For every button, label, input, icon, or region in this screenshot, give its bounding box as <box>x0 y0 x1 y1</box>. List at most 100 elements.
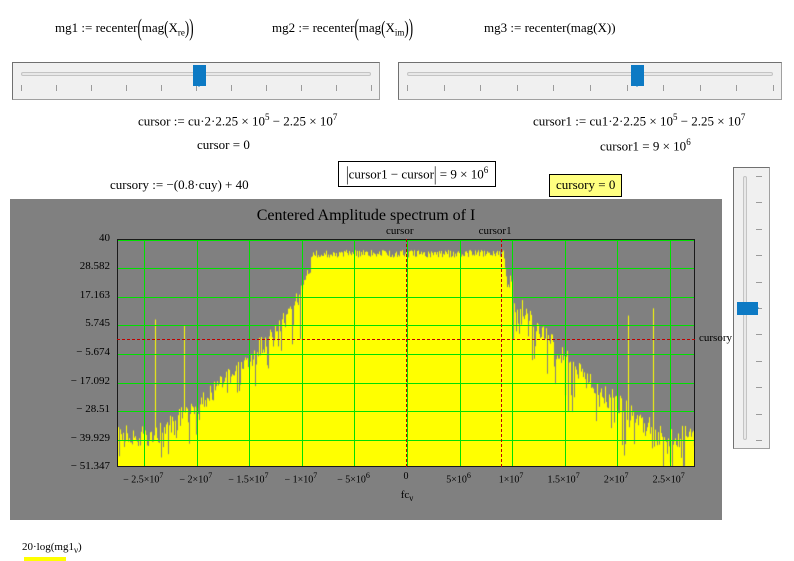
definitions-row: mg1 := recenter(mag(Xre)) mg2 := recente… <box>0 13 794 46</box>
cursory-hline[interactable] <box>117 338 695 340</box>
cu1-slider[interactable] <box>398 62 782 100</box>
def-mg3-lhs: mg3 <box>484 20 508 35</box>
grid-line-vertical <box>197 240 198 466</box>
cursor1-def-rhs-b: − 2.25 × 10 <box>677 113 741 129</box>
diff-value-exp: 6 <box>483 165 489 175</box>
x-axis-title-text: fc <box>400 489 410 501</box>
cu-slider[interactable] <box>12 62 380 100</box>
diff-eq: = <box>439 166 448 182</box>
grid-line-vertical <box>249 240 250 466</box>
definition-mg3: mg3 := recenter(mag(X)) <box>484 20 616 35</box>
grid-line-vertical <box>565 240 566 466</box>
cursor1-value: cursor1 = 9 × 106 <box>600 137 691 154</box>
def-mg3-op: := <box>510 20 522 35</box>
cursor1-def-rhs-b-exp: 7 <box>740 112 746 122</box>
diff-value: 9 × 10 <box>450 166 484 182</box>
x-axis-title-sub: ν <box>409 493 414 504</box>
cursory-annotation-label: cursory <box>699 331 732 344</box>
cu1-slider-thumb[interactable] <box>631 65 645 87</box>
cursor-annotation-label: cursor <box>386 225 414 237</box>
grid-line-vertical <box>354 240 355 466</box>
y-axis-trace-text: 20·log(mg1 <box>22 541 74 553</box>
cu1-slider-ticks <box>407 85 774 93</box>
def-mg3-arg: X <box>597 20 607 35</box>
paren-close: ) <box>189 13 194 41</box>
cursor1-value-number: 9 × 10 <box>652 138 687 154</box>
cursor1-value-lhs: cursor1 <box>600 138 639 154</box>
y-tick-label: 40 <box>99 232 110 244</box>
paren-open: ( <box>354 13 359 41</box>
plot-title: Centered Amplitude spectrum of I <box>256 207 476 224</box>
cursor-def-rhs-a: cu·2·2.25 × 10 <box>187 113 265 129</box>
grid-line-vertical <box>670 240 671 466</box>
cursor1-annotation-label: cursor1 <box>478 225 512 237</box>
def-mg2-fn: recenter <box>312 20 355 35</box>
grid-line-vertical <box>460 240 461 466</box>
abs-bar-open: | <box>346 162 349 185</box>
def-mg2-op: := <box>298 20 310 35</box>
cursor-vline[interactable] <box>406 239 407 467</box>
cu-slider-thumb[interactable] <box>193 65 206 87</box>
cursor-value-number: 0 <box>243 137 250 152</box>
cursory-result-box: cursory = 0 <box>549 174 623 197</box>
cuy-slider-thumb[interactable] <box>737 301 759 315</box>
cursory-def-rhs: −(0.8·cuy) + 40 <box>166 177 249 192</box>
def-mg2-argsub: im <box>394 27 405 38</box>
cursor1-def-lhs: cursor1 <box>533 113 572 129</box>
cursor1-def-op: := <box>575 113 587 129</box>
paren-open-inner: ( <box>381 16 386 39</box>
def-mg1-arg: X <box>168 20 178 35</box>
cursory-def-op: := <box>152 177 164 192</box>
paren-close: ) <box>408 13 414 41</box>
cursor1-definition: cursor1 := cu1·2·2.25 × 105 − 2.25 × 107 <box>533 112 745 129</box>
y-tick-label: − 39.929 <box>70 431 110 444</box>
x-axis-tick-labels: − 2.5×107− 2×107− 1.5×107− 1×107− 5×106 0… <box>117 471 697 489</box>
trace-legend-swatch <box>24 557 66 561</box>
cursory-def-lhs: cursory <box>110 177 149 192</box>
grid-line-vertical <box>617 240 618 466</box>
cursor-def-lhs: cursor <box>138 113 171 129</box>
cursor1-vline[interactable] <box>500 239 502 467</box>
def-mg1-lhs: mg1 <box>55 20 79 35</box>
x-tick-label: 2.5×107 <box>652 471 685 486</box>
cursor1-value-eq: = <box>642 138 650 154</box>
cursor1-value-exp: 6 <box>686 137 691 147</box>
def-mg2-inner: mag <box>358 20 382 35</box>
grid-line-vertical <box>407 240 408 466</box>
cursor-value: cursor = 0 <box>197 137 250 153</box>
def-mg1-fn: recenter <box>95 20 138 35</box>
y-axis-tick-labels: 40 28.582 17.163 5.745 − 5.674 − 17.092 − 28.5… <box>10 232 114 472</box>
abs-bar-close: | <box>433 162 437 185</box>
def-mg2-lhs: mg2 <box>272 20 296 35</box>
def-mg1-argsub: re <box>177 27 185 38</box>
def-mg1-inner: mag <box>141 20 165 35</box>
y-tick-label: 17.163 <box>79 289 110 301</box>
definition-mg1: mg1 := recenter(mag(Xre)) <box>55 13 194 41</box>
cuy-slider[interactable] <box>733 167 770 449</box>
spectrum-plot-panel[interactable]: Centered Amplitude spectrum of I 40 28.58… <box>10 199 732 561</box>
cursor1-def-rhs-a: cu1·2·2.25 × 10 <box>589 113 673 129</box>
y-tick-label: − 17.092 <box>70 374 110 387</box>
cu1-slider-track[interactable] <box>407 72 773 76</box>
cursory-definition: cursory := −(0.8·cuy) + 40 <box>110 177 249 193</box>
grid-line-vertical <box>302 240 303 466</box>
cursor-definition: cursor := cu·2·2.25 × 105 − 2.25 × 107 <box>138 112 337 129</box>
paren-open-inner: ( <box>164 16 169 39</box>
grid-line-vertical <box>512 240 513 466</box>
x-axis-title: fcν <box>117 489 697 503</box>
def-mg3-inner: mag <box>570 20 594 35</box>
cursor-def-op: := <box>173 113 185 129</box>
cursor-value-lhs: cursor <box>197 137 230 152</box>
cursor-def-rhs-b-exp: 7 <box>332 112 338 122</box>
def-mg1-op: := <box>81 20 93 35</box>
paren-open: ( <box>137 13 142 41</box>
definition-mg2: mg2 := recenter(mag(Xim)) <box>272 13 413 41</box>
y-axis-trace-close: ) <box>78 541 82 553</box>
diff-expr: cursor1 − cursor <box>348 166 434 182</box>
y-tick-label: − 5.674 <box>76 346 110 358</box>
y-tick-label: − 28.51 <box>76 402 110 415</box>
grid-line-vertical <box>144 240 145 466</box>
cursor-value-eq: = <box>232 137 241 152</box>
y-tick-label: 5.745 <box>85 317 110 330</box>
cursory-box-text: cursory = 0 <box>556 177 616 192</box>
